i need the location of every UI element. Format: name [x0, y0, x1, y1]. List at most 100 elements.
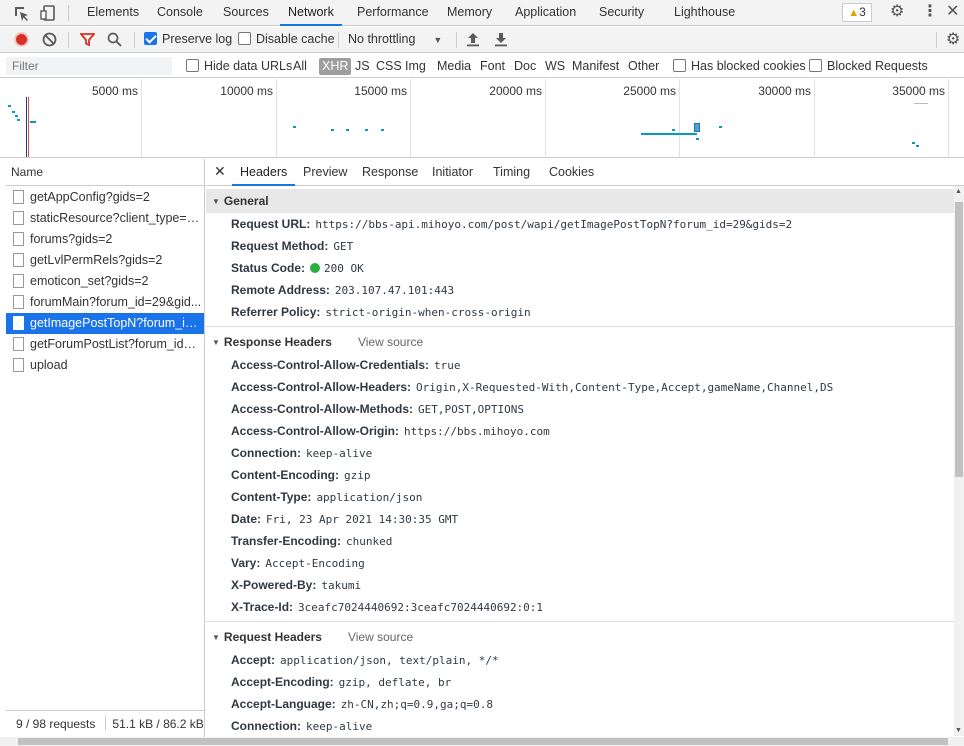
- type-filter-js[interactable]: JS: [355, 58, 370, 75]
- document-icon: [13, 337, 24, 351]
- throttling-select[interactable]: No throttling ▼: [348, 27, 442, 53]
- tab-performance[interactable]: Performance: [357, 0, 429, 26]
- timeline-load-line: [28, 97, 29, 157]
- general-section-header[interactable]: ▼ General: [206, 189, 954, 213]
- search-icon[interactable]: [107, 32, 122, 50]
- request-row-selected[interactable]: getImagePostTopN?forum_id...: [6, 313, 204, 334]
- warnings-badge[interactable]: ▲3: [842, 3, 872, 22]
- type-filter-other[interactable]: Other: [628, 58, 659, 75]
- header-row: Content-Encoding: gzip: [206, 464, 954, 486]
- scroll-down-arrow-icon[interactable]: ▼: [955, 727, 962, 734]
- type-filter-media[interactable]: Media: [437, 58, 471, 75]
- throttling-value: No throttling: [348, 32, 416, 46]
- horizontal-scrollbar[interactable]: [0, 737, 964, 746]
- header-key: Access-Control-Allow-Headers:: [231, 380, 412, 394]
- filter-input[interactable]: [6, 57, 172, 75]
- tab-sources[interactable]: Sources: [223, 0, 269, 26]
- disable-cache-checkbox[interactable]: Disable cache: [238, 27, 335, 53]
- warning-icon: ▲: [848, 7, 860, 19]
- tab-preview[interactable]: Preview: [303, 159, 347, 186]
- detail-vertical-scrollbar[interactable]: ▲ ▼: [954, 186, 964, 736]
- import-har-icon[interactable]: [466, 32, 480, 50]
- type-filter-all[interactable]: All: [293, 58, 307, 75]
- tab-initiator[interactable]: Initiator: [432, 159, 473, 186]
- tab-lighthouse[interactable]: Lighthouse: [674, 0, 735, 26]
- more-options-icon[interactable]: ⋮: [922, 3, 938, 21]
- document-icon: [13, 253, 24, 267]
- preserve-log-checkbox[interactable]: Preserve log: [144, 27, 232, 53]
- header-key: Content-Encoding:: [231, 468, 339, 482]
- close-detail-icon[interactable]: ✕: [214, 163, 226, 180]
- request-row[interactable]: forumMain?forum_id=29&gid...: [6, 292, 204, 313]
- tab-security[interactable]: Security: [599, 0, 644, 26]
- timeline-request-mark: [641, 133, 697, 135]
- tab-application[interactable]: Application: [515, 0, 576, 26]
- inspect-element-icon[interactable]: [12, 4, 30, 22]
- device-toolbar-icon[interactable]: [40, 4, 58, 22]
- tab-elements[interactable]: Elements: [87, 0, 139, 26]
- checkbox-unchecked[interactable]: [809, 59, 822, 72]
- view-source-link[interactable]: View source: [348, 630, 413, 644]
- request-row[interactable]: getAppConfig?gids=2: [6, 187, 204, 208]
- name-column-header[interactable]: Name: [6, 159, 204, 186]
- checkbox-unchecked[interactable]: [186, 59, 199, 72]
- tab-response[interactable]: Response: [362, 159, 418, 186]
- tab-memory[interactable]: Memory: [447, 0, 492, 26]
- header-value: Accept-Encoding: [265, 557, 365, 570]
- header-key: Connection:: [231, 446, 301, 460]
- request-row[interactable]: getLvlPermRels?gids=2: [6, 250, 204, 271]
- timeline-request-mark: [8, 105, 11, 107]
- blocked-requests-checkbox[interactable]: Blocked Requests: [809, 54, 928, 78]
- header-value: gzip, deflate, br: [338, 676, 452, 689]
- tab-timing[interactable]: Timing: [493, 159, 530, 186]
- tab-network[interactable]: Network: [280, 0, 342, 26]
- export-har-icon[interactable]: [494, 32, 508, 50]
- has-blocked-cookies-checkbox[interactable]: Has blocked cookies: [673, 54, 806, 78]
- response-headers-section-header[interactable]: ▼ Response Headers View source: [206, 330, 954, 354]
- header-key: Access-Control-Allow-Methods:: [231, 402, 414, 416]
- clear-icon[interactable]: [42, 32, 57, 50]
- header-key: Date:: [231, 512, 262, 526]
- view-source-link[interactable]: View source: [358, 335, 423, 349]
- scrollbar-thumb[interactable]: [955, 202, 963, 477]
- scroll-up-arrow-icon[interactable]: ▲: [955, 188, 962, 195]
- header-key: Accept-Language:: [231, 697, 336, 711]
- type-filter-ws[interactable]: WS: [545, 58, 565, 75]
- request-row[interactable]: emoticon_set?gids=2: [6, 271, 204, 292]
- hide-data-urls-checkbox[interactable]: Hide data URLs: [186, 54, 292, 78]
- type-filter-xhr[interactable]: XHR: [319, 58, 352, 75]
- scrollbar-thumb[interactable]: [18, 738, 948, 745]
- checkbox-unchecked[interactable]: [238, 32, 251, 45]
- filter-funnel-icon[interactable]: [79, 32, 96, 50]
- network-settings-gear-icon[interactable]: ⚙: [946, 31, 960, 49]
- header-value: gzip: [343, 469, 371, 482]
- close-devtools-icon[interactable]: ✕: [946, 3, 959, 21]
- header-row: X-Trace-Id: 3ceafc7024440692:3ceafc702444…: [206, 596, 954, 618]
- header-row: Vary: Accept-Encoding: [206, 552, 954, 574]
- request-row[interactable]: staticResource?client_type=4...: [6, 208, 204, 229]
- request-row[interactable]: forums?gids=2: [6, 229, 204, 250]
- request-row[interactable]: upload: [6, 355, 204, 376]
- type-filter-doc[interactable]: Doc: [514, 58, 536, 75]
- tab-cookies[interactable]: Cookies: [549, 159, 594, 186]
- type-filter-font[interactable]: Font: [480, 58, 505, 75]
- tab-console[interactable]: Console: [157, 0, 203, 26]
- timeline-request-mark: [381, 129, 384, 131]
- header-row: Transfer-Encoding: chunked: [206, 530, 954, 552]
- header-row: Request Method: GET: [206, 235, 954, 257]
- tab-headers[interactable]: Headers: [232, 159, 296, 186]
- checkbox-checked[interactable]: [144, 32, 157, 45]
- timeline-request-mark: [331, 129, 334, 131]
- type-filter-css[interactable]: CSS: [376, 58, 402, 75]
- type-filter-img[interactable]: Img: [405, 58, 426, 75]
- header-key: Remote Address:: [231, 283, 330, 297]
- request-headers-section-header[interactable]: ▼ Request Headers View source: [206, 625, 954, 649]
- request-row[interactable]: getForumPostList?forum_id=2...: [6, 334, 204, 355]
- record-button[interactable]: [14, 32, 29, 47]
- timeline-tick-label: 35000 ms: [892, 84, 945, 98]
- network-overview-timeline[interactable]: 5000 ms 10000 ms 15000 ms 20000 ms 25000…: [0, 79, 964, 158]
- settings-gear-icon[interactable]: ⚙: [890, 3, 904, 21]
- type-filter-manifest[interactable]: Manifest: [572, 58, 619, 75]
- checkbox-unchecked[interactable]: [673, 59, 686, 72]
- section-title: Response Headers: [223, 335, 332, 349]
